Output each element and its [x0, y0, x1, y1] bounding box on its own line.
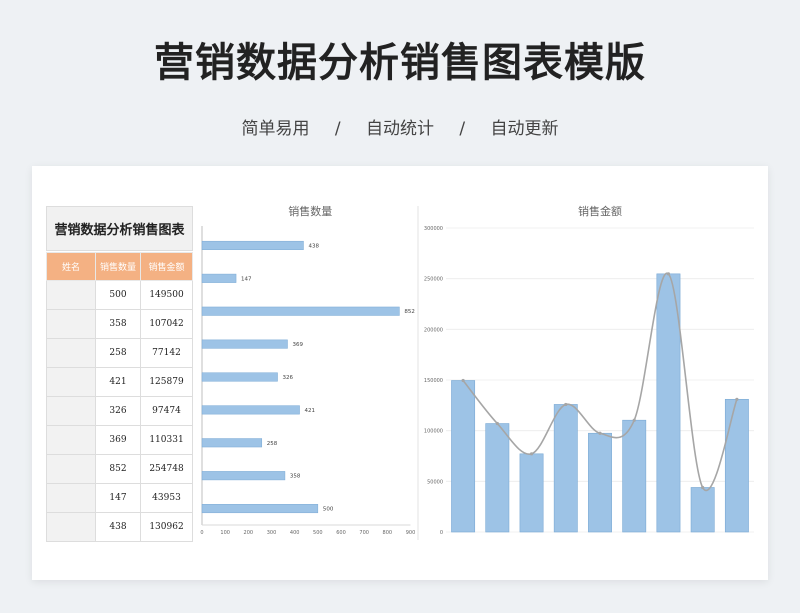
y-tick-label: 150000: [424, 378, 443, 384]
feature-2: 自动统计: [366, 119, 434, 139]
quantity-bar: [201, 306, 400, 316]
quantity-bar: [201, 405, 300, 415]
quantity-data-label: 326: [283, 375, 294, 381]
quantity-data-label: 258: [267, 441, 278, 447]
y-tick-label: 50000: [427, 479, 443, 485]
quantity-bar: [201, 471, 286, 481]
quantity-bar: [201, 438, 263, 448]
y-tick-label: 100000: [424, 429, 443, 435]
amount-line-point: [598, 431, 602, 435]
amount-line-point: [461, 378, 465, 383]
x-tick-label: 500: [313, 530, 323, 536]
feature-tagline: 简单易用 / 自动统计 / 自动更新: [0, 114, 800, 139]
amount-bar: [451, 380, 476, 533]
y-tick-label: 200000: [424, 327, 443, 333]
y-tick-label: 250000: [424, 277, 443, 283]
amount-line-point: [666, 272, 671, 276]
x-tick-label: 400: [290, 530, 300, 536]
x-tick-label: 200: [244, 530, 254, 536]
separator: /: [459, 119, 466, 139]
quantity-data-label: 438: [308, 243, 319, 249]
quantity-bar: [201, 273, 237, 283]
amount-line-point: [529, 452, 534, 456]
amount-line-point: [701, 485, 705, 490]
amount-bar: [485, 423, 510, 533]
chart-title-quantity: 销售数量: [288, 204, 332, 218]
x-tick-label: 0: [200, 530, 203, 536]
x-tick-label: 300: [267, 530, 277, 536]
amount-line-point: [564, 402, 568, 407]
x-tick-label: 600: [336, 530, 346, 536]
amount-bar: [724, 398, 749, 533]
chart-title-amount: 销售金额: [578, 204, 622, 218]
quantity-data-label: 147: [241, 276, 252, 282]
amount-line-point: [495, 421, 499, 426]
x-tick-label: 800: [383, 530, 393, 536]
quantity-data-label: 852: [404, 309, 415, 315]
separator: /: [334, 119, 341, 139]
x-tick-label: 100: [220, 530, 230, 536]
amount-bar: [519, 453, 544, 533]
amount-line-point: [632, 418, 636, 422]
quantity-bar: [201, 504, 319, 514]
charts-canvas: 销售数量 438 147 852 369 326 421 258 358 500 0 100 200 30…: [200, 204, 754, 540]
amount-bar: [622, 419, 647, 533]
quantity-data-label: 369: [292, 342, 303, 348]
amount-bar: [588, 432, 612, 533]
page-title: 营销数据分析销售图表模版: [154, 40, 646, 86]
y-tick-label: 300000: [424, 226, 443, 232]
spreadsheet-card: 营销数据分析销售图表 姓名 销售数量 销售金额 500 149500 358 1070…: [32, 166, 768, 580]
x-tick-label: 700: [359, 530, 369, 536]
quantity-bar: [201, 240, 304, 250]
feature-3: 自动更新: [490, 119, 559, 139]
quantity-bar: [201, 339, 288, 349]
feature-1: 简单易用: [241, 119, 310, 139]
quantity-bar: [201, 372, 278, 382]
amount-bar: [656, 273, 681, 533]
y-tick-label: 0: [440, 530, 443, 536]
quantity-data-label: 421: [305, 408, 316, 414]
quantity-data-label: 358: [290, 474, 301, 480]
amount-bar: [553, 404, 578, 533]
amount-bar: [690, 487, 715, 533]
amount-line-point: [735, 397, 739, 401]
x-tick-label: 900: [406, 530, 416, 536]
quantity-data-label: 500: [323, 507, 334, 513]
